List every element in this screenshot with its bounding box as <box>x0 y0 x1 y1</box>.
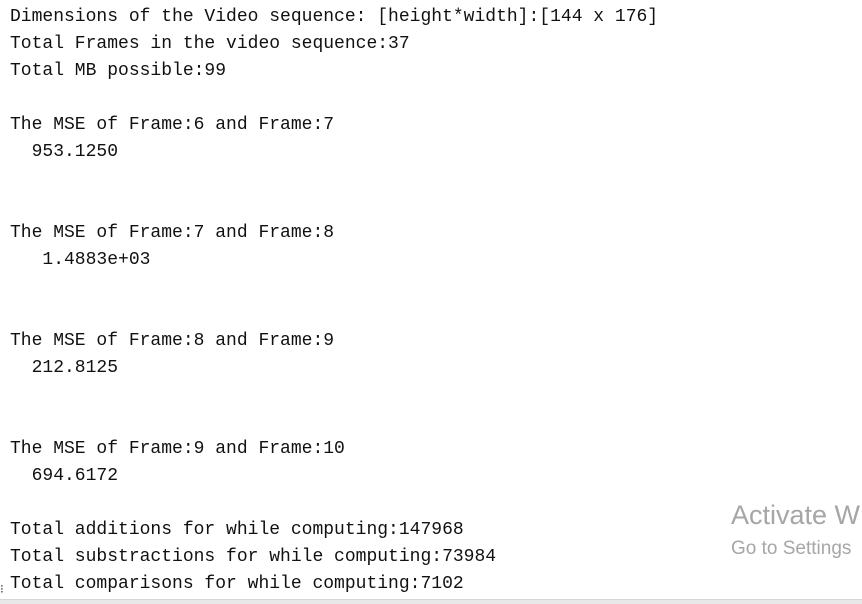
mse-heading-8-9: The MSE of Frame:8 and Frame:9 <box>10 331 335 351</box>
window-bottom-edge <box>0 599 862 604</box>
activate-windows-watermark-title: Activate W <box>731 500 861 530</box>
total-comparisons-line: Total comparisons for while computing:71… <box>10 574 464 594</box>
mse-heading-9-10: The MSE of Frame:9 and Frame:10 <box>10 439 345 459</box>
total-frames-line: Total Frames in the video sequence:37 <box>10 34 410 54</box>
total-substractions-line: Total substractions for while computing:… <box>10 547 497 567</box>
mse-heading-6-7: The MSE of Frame:6 and Frame:7 <box>10 115 335 135</box>
mse-value-9-10: 694.6172 <box>10 466 119 486</box>
mse-value-8-9: 212.8125 <box>10 358 119 378</box>
mse-value-7-8: 1.4883e+03 <box>10 250 151 270</box>
mse-heading-7-8: The MSE of Frame:7 and Frame:8 <box>10 223 335 243</box>
mse-value-6-7: 953.1250 <box>10 142 119 162</box>
activate-windows-watermark-subtitle: Go to Settings <box>731 538 852 559</box>
prompt-marker-icon: ⁝ <box>0 582 4 596</box>
total-mb-line: Total MB possible:99 <box>10 61 227 81</box>
command-window-output[interactable]: Dimensions of the Video sequence: [heigh… <box>0 0 862 604</box>
dimensions-line: Dimensions of the Video sequence: [heigh… <box>10 7 659 27</box>
total-additions-line: Total additions for while computing:1479… <box>10 520 464 540</box>
